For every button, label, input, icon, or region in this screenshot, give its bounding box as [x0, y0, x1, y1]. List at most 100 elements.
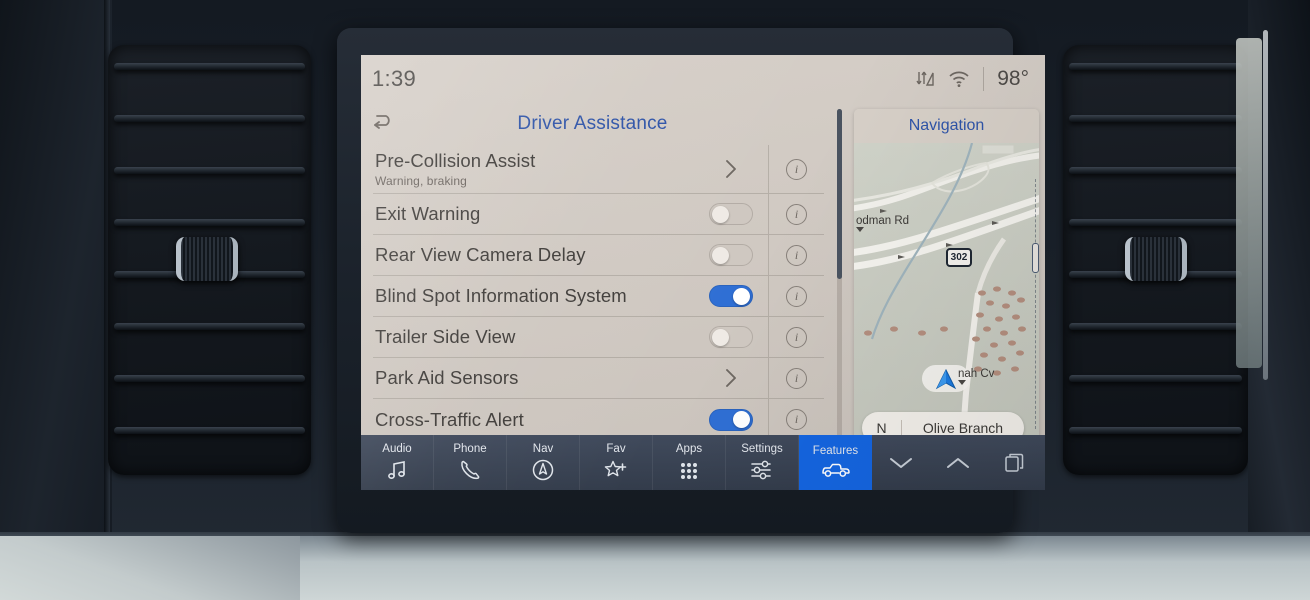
- grid-icon: [677, 458, 701, 482]
- info-button[interactable]: i: [768, 317, 824, 357]
- taskbar-item-settings[interactable]: Settings: [726, 435, 799, 490]
- toggle-knob: [733, 287, 750, 305]
- settings-toggle-cell: [694, 203, 768, 225]
- chevron-up-icon: [943, 454, 973, 472]
- toggle-switch[interactable]: [709, 408, 753, 431]
- taskbar-item-audio[interactable]: Audio: [361, 435, 434, 490]
- navigation-title: Navigation: [854, 109, 1039, 143]
- infotainment-screen: 1:39 98° Driver Assistance Pre-Collision…: [361, 55, 1045, 490]
- navigation-arrow-icon: [935, 368, 957, 389]
- info-button[interactable]: i: [768, 276, 824, 316]
- info-button[interactable]: i: [768, 358, 824, 398]
- chrome-trim: [1263, 30, 1268, 380]
- settings-panel: Driver Assistance Pre-Collision Assist Wa…: [361, 103, 854, 490]
- taskbar-item-label: Apps: [675, 443, 703, 455]
- settings-row-label: Cross-Traffic Alert: [373, 409, 694, 430]
- taskbar-item-label: Phone: [453, 443, 487, 455]
- settings-row[interactable]: Exit Warning i: [373, 194, 824, 235]
- scrollbar-thumb[interactable]: [837, 109, 842, 279]
- taskbar-item-label: Features: [812, 445, 859, 457]
- toggle-knob: [733, 411, 750, 428]
- temperature-display: 98°: [983, 67, 1029, 91]
- info-icon: i: [786, 203, 807, 225]
- destination-name: Olive Branch: [922, 420, 1004, 436]
- vent-knob-right[interactable]: [1125, 237, 1187, 281]
- settings-row-title: Cross-Traffic Alert: [375, 408, 524, 430]
- wifi-icon: [948, 70, 970, 88]
- settings-row-title: Pre-Collision Assist: [375, 149, 536, 171]
- taskbar-item-fav[interactable]: Fav: [580, 435, 653, 490]
- info-button[interactable]: i: [768, 399, 824, 440]
- info-icon: i: [786, 409, 807, 430]
- toggle-switch[interactable]: [709, 326, 753, 348]
- info-button[interactable]: i: [768, 235, 824, 275]
- vent-knob-left[interactable]: [176, 237, 238, 281]
- map-street-label-1: odman Rd: [856, 215, 909, 232]
- map-scroll-thumb[interactable]: [1032, 243, 1039, 273]
- settings-toggle-cell: [694, 408, 768, 431]
- data-transfer-icon: [915, 70, 935, 88]
- taskbar-chevron-down-button[interactable]: [872, 435, 929, 490]
- window-glass: [1236, 38, 1262, 368]
- chevron-down-icon: [886, 454, 916, 472]
- info-icon: i: [786, 367, 807, 389]
- toggle-knob: [712, 328, 729, 346]
- settings-row-title: Exit Warning: [375, 203, 481, 225]
- settings-row[interactable]: Trailer Side View i: [373, 317, 824, 358]
- settings-row[interactable]: Cross-Traffic Alert i: [373, 399, 824, 440]
- taskbar-item-features[interactable]: Features: [799, 435, 872, 490]
- settings-toggle-cell: [694, 285, 768, 307]
- navigation-panel: Navigation odman Rd 302 nah Cv N Olive B…: [854, 103, 1045, 490]
- sliders-icon: [749, 458, 775, 482]
- settings-row-title: Trailer Side View: [375, 326, 516, 348]
- map-graphics: [854, 143, 1039, 454]
- map-view[interactable]: odman Rd 302 nah Cv N Olive Branch: [854, 143, 1039, 454]
- toggle-switch[interactable]: [709, 244, 753, 266]
- settings-row[interactable]: Pre-Collision Assist Warning, braking i: [373, 145, 824, 194]
- map-scroll-track: [1035, 179, 1036, 429]
- taskbar-windows-layers-button[interactable]: [986, 435, 1043, 490]
- truck-icon: [821, 460, 851, 480]
- info-icon: i: [786, 158, 807, 180]
- toggle-knob: [712, 246, 729, 264]
- taskbar-item-label: Audio: [382, 443, 412, 455]
- settings-row[interactable]: Blind Spot Information System i: [373, 276, 824, 317]
- air-vent-right: [1063, 45, 1248, 475]
- settings-row-subtitle: Warning, braking: [375, 174, 467, 189]
- taskbar-chevron-up-button[interactable]: [929, 435, 986, 490]
- phone-icon: [458, 458, 482, 482]
- taskbar-item-label: Settings: [741, 443, 783, 455]
- taskbar-item-apps[interactable]: Apps: [653, 435, 726, 490]
- info-icon: i: [786, 326, 807, 348]
- settings-row-label: Rear View Camera Delay: [373, 244, 694, 265]
- compass-icon: [531, 458, 555, 482]
- settings-row-label: Pre-Collision Assist Warning, braking: [373, 150, 694, 188]
- taskbar-item-nav[interactable]: Nav: [507, 435, 580, 490]
- navigation-card[interactable]: Navigation odman Rd 302 nah Cv N Olive B…: [854, 109, 1039, 454]
- chevron-right-icon[interactable]: [694, 158, 768, 180]
- info-button[interactable]: i: [768, 145, 824, 193]
- settings-toggle-cell: [694, 244, 768, 266]
- page-title: Driver Assistance: [517, 113, 668, 134]
- list-scrollbar[interactable]: [837, 109, 842, 439]
- windows-layers-icon: [1003, 451, 1027, 475]
- chevron-right-icon[interactable]: [694, 367, 768, 389]
- taskbar-item-label: Fav: [606, 443, 626, 455]
- map-label-pointer-2: [958, 380, 966, 385]
- star-plus-icon: [603, 458, 629, 482]
- settings-row-label: Blind Spot Information System: [373, 285, 694, 306]
- settings-row[interactable]: Park Aid Sensors i: [373, 358, 824, 399]
- toggle-switch[interactable]: [709, 285, 753, 307]
- taskbar-item-label: Nav: [532, 443, 554, 455]
- settings-row[interactable]: Rear View Camera Delay i: [373, 235, 824, 276]
- air-vent-left: [108, 45, 311, 475]
- screen-content: Driver Assistance Pre-Collision Assist Wa…: [361, 103, 1045, 490]
- highway-shield: 302: [946, 248, 972, 267]
- info-icon: i: [786, 244, 807, 266]
- settings-row-title: Blind Spot Information System: [375, 285, 627, 307]
- taskbar-item-phone[interactable]: Phone: [434, 435, 507, 490]
- toggle-switch[interactable]: [709, 203, 753, 225]
- settings-row-title: Park Aid Sensors: [375, 367, 519, 389]
- info-icon: i: [786, 285, 807, 307]
- info-button[interactable]: i: [768, 194, 824, 234]
